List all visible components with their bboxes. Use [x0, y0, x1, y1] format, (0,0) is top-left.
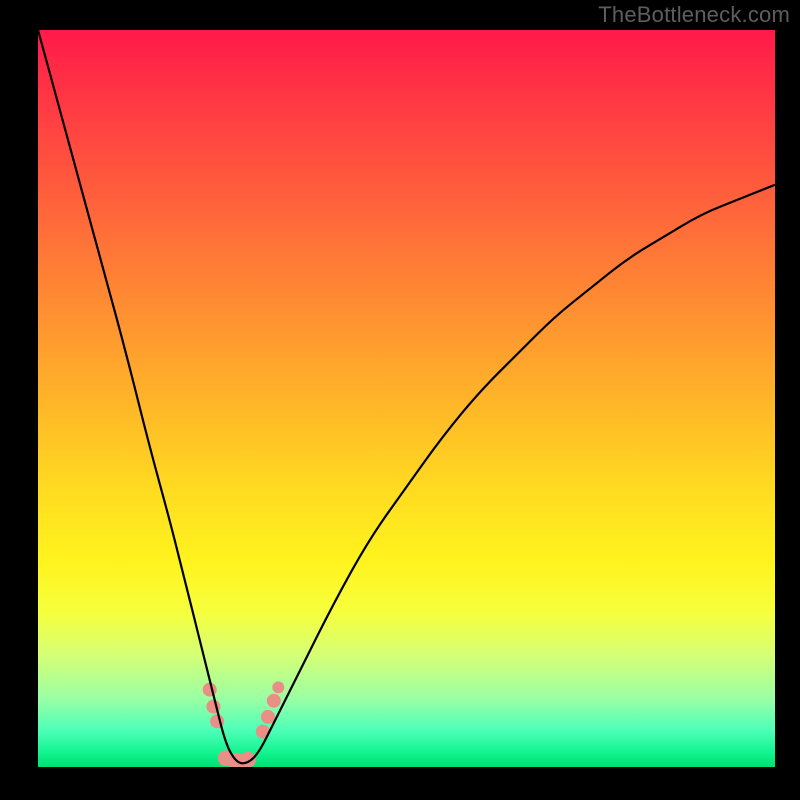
plot-area	[38, 30, 775, 767]
trough-marker	[267, 694, 281, 708]
watermark-text: TheBottleneck.com	[598, 2, 790, 28]
trough-marker	[272, 681, 284, 693]
chart-frame: TheBottleneck.com	[0, 0, 800, 800]
trough-marker	[203, 683, 217, 697]
bottleneck-curve	[38, 30, 775, 763]
curve-layer	[38, 30, 775, 767]
trough-marker	[261, 710, 275, 724]
